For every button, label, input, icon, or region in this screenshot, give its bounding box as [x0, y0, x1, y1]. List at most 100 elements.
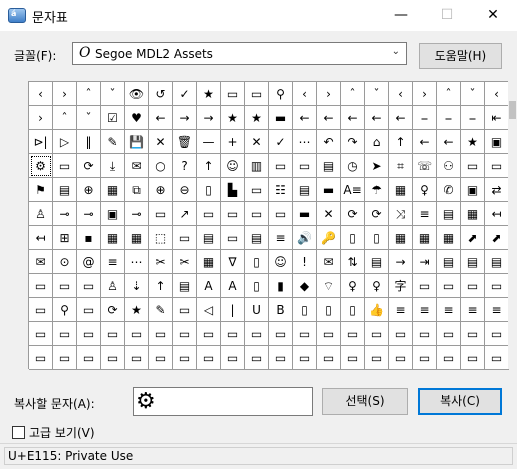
char-cell[interactable]: ♙ [101, 274, 125, 298]
char-cell[interactable]: ▭ [341, 346, 365, 370]
char-cell[interactable]: ⚙ [29, 154, 53, 178]
copy-button[interactable]: 복사(C) [418, 388, 502, 415]
char-cell[interactable]: ☑ [101, 106, 125, 130]
char-cell[interactable]: ▭ [461, 274, 485, 298]
char-cell[interactable]: ★ [461, 130, 485, 154]
char-cell[interactable]: › [317, 82, 341, 106]
char-cell[interactable]: ← [317, 106, 341, 130]
char-cell[interactable]: ⊸ [77, 202, 101, 226]
char-cell[interactable]: ▬ [317, 178, 341, 202]
char-cell[interactable]: ⟳ [365, 202, 389, 226]
char-cell[interactable]: ▭ [53, 322, 77, 346]
char-cell[interactable]: ▭ [53, 274, 77, 298]
char-cell[interactable]: ↑ [149, 274, 173, 298]
char-cell[interactable]: ⊖ [173, 178, 197, 202]
char-cell[interactable]: ✕ [245, 130, 269, 154]
char-cell[interactable]: ▯ [365, 226, 389, 250]
char-cell[interactable]: ▭ [221, 202, 245, 226]
char-cell[interactable]: ▭ [461, 322, 485, 346]
char-cell[interactable]: 字 [389, 274, 413, 298]
char-cell[interactable]: ▭ [245, 82, 269, 106]
char-cell[interactable]: ▮ [269, 274, 293, 298]
char-cell[interactable]: ▭ [221, 82, 245, 106]
char-cell[interactable]: ✆ [437, 178, 461, 202]
char-cell[interactable]: ▤ [437, 250, 461, 274]
char-cell[interactable]: ▤ [365, 250, 389, 274]
char-cell[interactable]: @ [77, 250, 101, 274]
char-cell[interactable]: ˇ [77, 106, 101, 130]
char-cell[interactable]: ★ [125, 298, 149, 322]
char-cell[interactable]: ▯ [317, 298, 341, 322]
char-cell[interactable]: 🔑 [317, 226, 341, 250]
char-cell[interactable]: ˆ [341, 82, 365, 106]
char-cell[interactable]: 👍 [365, 298, 389, 322]
char-cell[interactable]: ↤ [485, 202, 509, 226]
char-cell[interactable]: ▯ [245, 274, 269, 298]
char-cell[interactable]: ▭ [485, 154, 509, 178]
char-cell[interactable]: ⧉ [125, 178, 149, 202]
char-cell[interactable]: ⇣ [125, 274, 149, 298]
char-cell[interactable]: ⤨ [389, 202, 413, 226]
char-cell[interactable]: ▤ [317, 154, 341, 178]
char-cell[interactable]: ▭ [461, 154, 485, 178]
char-cell[interactable]: ⌔ [317, 274, 341, 298]
char-cell[interactable]: ⇄ [485, 178, 509, 202]
char-cell[interactable]: ▙ [221, 178, 245, 202]
char-cell[interactable]: ▭ [293, 154, 317, 178]
minimize-button[interactable]: — [378, 0, 424, 31]
char-cell[interactable]: ⤓ [101, 154, 125, 178]
char-cell[interactable]: ▣ [485, 130, 509, 154]
char-cell[interactable]: → [389, 250, 413, 274]
char-cell[interactable]: ⊙ [53, 250, 77, 274]
char-cell[interactable]: ▤ [53, 178, 77, 202]
char-cell[interactable]: ↺ [149, 82, 173, 106]
char-cell[interactable]: ▤ [293, 178, 317, 202]
char-cell[interactable]: ← [437, 130, 461, 154]
char-cell[interactable]: ▪ [77, 226, 101, 250]
char-cell[interactable]: ▣ [101, 202, 125, 226]
char-cell[interactable]: ▭ [29, 298, 53, 322]
char-cell[interactable]: ▭ [173, 226, 197, 250]
char-cell[interactable]: ▭ [221, 322, 245, 346]
char-cell[interactable]: ▭ [221, 346, 245, 370]
char-cell[interactable]: ▭ [77, 322, 101, 346]
char-cell[interactable]: ♥ [125, 106, 149, 130]
char-cell[interactable]: ˇ [101, 82, 125, 106]
char-cell[interactable]: ➤ [365, 154, 389, 178]
char-cell[interactable]: ▭ [173, 298, 197, 322]
char-cell[interactable]: ▭ [485, 322, 509, 346]
char-cell[interactable]: ☺ [221, 154, 245, 178]
char-cell[interactable]: ⟳ [77, 154, 101, 178]
char-cell[interactable]: ≡ [389, 298, 413, 322]
char-cell[interactable]: | [221, 298, 245, 322]
char-cell[interactable]: ▭ [197, 202, 221, 226]
char-cell[interactable]: ▯ [341, 298, 365, 322]
char-cell[interactable]: ⇅ [341, 250, 365, 274]
char-cell[interactable]: ✉ [317, 250, 341, 274]
char-cell[interactable]: ⌂ [365, 130, 389, 154]
char-cell[interactable]: ▬ [269, 106, 293, 130]
char-cell[interactable]: ▭ [365, 322, 389, 346]
char-cell[interactable]: ⎯ [413, 106, 437, 130]
char-cell[interactable]: ▭ [293, 322, 317, 346]
char-cell[interactable]: ♀ [341, 274, 365, 298]
char-cell[interactable]: → [173, 106, 197, 130]
char-cell[interactable]: ▭ [197, 322, 221, 346]
char-cell[interactable]: ‖ [77, 130, 101, 154]
characters-to-copy-input[interactable]: ⚙ [133, 387, 313, 416]
checkbox-icon[interactable] [12, 426, 25, 439]
select-button[interactable]: 선택(S) [322, 388, 408, 415]
char-cell[interactable]: ▭ [269, 322, 293, 346]
char-cell[interactable]: ☂ [365, 178, 389, 202]
char-cell[interactable]: ▭ [413, 346, 437, 370]
char-cell[interactable]: ▦ [437, 226, 461, 250]
char-cell[interactable]: ≡ [101, 250, 125, 274]
char-cell[interactable]: › [29, 106, 53, 130]
char-cell[interactable]: B [269, 298, 293, 322]
char-cell[interactable]: ⊕ [77, 178, 101, 202]
char-cell[interactable]: ★ [197, 82, 221, 106]
char-cell[interactable]: ↤ [29, 226, 53, 250]
char-cell[interactable]: ≡ [269, 226, 293, 250]
char-cell[interactable]: ▭ [149, 322, 173, 346]
char-cell[interactable]: → [197, 106, 221, 130]
